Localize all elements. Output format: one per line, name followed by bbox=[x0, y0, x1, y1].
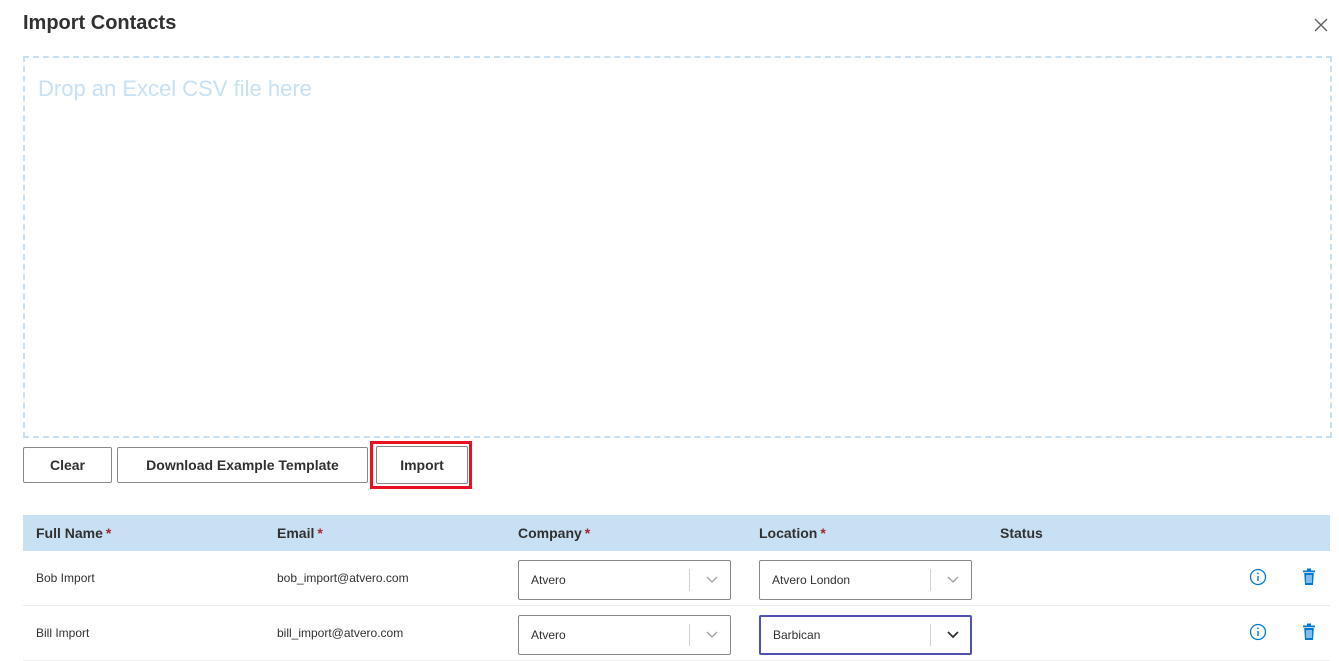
cell-email: bob_import@atvero.com bbox=[277, 571, 409, 585]
column-header-company: Company * bbox=[518, 515, 590, 551]
required-marker: * bbox=[105, 525, 112, 541]
cell-email: bill_import@atvero.com bbox=[277, 626, 404, 640]
cell-full-name: Bob Import bbox=[36, 571, 95, 585]
info-button[interactable] bbox=[1247, 566, 1269, 588]
company-dropdown[interactable]: Atvero bbox=[518, 615, 731, 655]
location-dropdown[interactable]: Atvero London bbox=[759, 560, 972, 600]
dropdown-separator bbox=[930, 569, 931, 591]
column-header-company-label: Company bbox=[518, 525, 582, 541]
required-marker: * bbox=[317, 525, 323, 541]
column-header-location-label: Location bbox=[759, 525, 818, 541]
import-button[interactable]: Import bbox=[376, 446, 468, 484]
file-dropzone[interactable]: Drop an Excel CSV file here bbox=[23, 56, 1332, 438]
dropdown-separator bbox=[689, 569, 690, 591]
column-header-status: Status bbox=[1000, 525, 1043, 541]
dropzone-placeholder: Drop an Excel CSV file here bbox=[38, 76, 312, 101]
download-template-button[interactable]: Download Example Template bbox=[117, 447, 368, 483]
column-header-location: Location * bbox=[759, 515, 826, 551]
contacts-table: Full Name * Email * Company * Location * Sta… bbox=[23, 515, 1330, 661]
dialog-title: Import Contacts bbox=[23, 12, 177, 34]
close-icon bbox=[1314, 18, 1328, 32]
delete-button[interactable] bbox=[1298, 566, 1320, 588]
close-button[interactable] bbox=[1310, 14, 1332, 36]
column-header-full-name: Full Name * bbox=[36, 515, 111, 551]
trash-icon bbox=[1303, 568, 1315, 585]
chevron-down-icon[interactable] bbox=[938, 617, 968, 653]
company-dropdown-value: Atvero bbox=[531, 628, 566, 642]
dropdown-separator bbox=[689, 624, 690, 646]
chevron-down-icon[interactable] bbox=[697, 616, 727, 654]
info-icon bbox=[1249, 568, 1267, 586]
chevron-down-icon[interactable] bbox=[938, 561, 968, 599]
column-header-email-label: Email bbox=[277, 525, 315, 541]
company-dropdown-value: Atvero bbox=[531, 573, 566, 587]
location-dropdown-value: Barbican bbox=[773, 628, 821, 642]
trash-icon bbox=[1303, 623, 1315, 640]
location-dropdown-value: Atvero London bbox=[772, 573, 851, 587]
info-icon bbox=[1249, 623, 1267, 641]
required-marker: * bbox=[584, 525, 591, 541]
required-marker: * bbox=[820, 525, 826, 541]
clear-button[interactable]: Clear bbox=[23, 447, 112, 483]
column-header-full-name-label: Full Name bbox=[36, 525, 103, 541]
company-dropdown[interactable]: Atvero bbox=[518, 560, 731, 600]
dropdown-separator bbox=[930, 624, 931, 646]
column-header-email: Email * bbox=[277, 515, 323, 551]
chevron-down-icon[interactable] bbox=[697, 561, 727, 599]
cell-full-name: Bill Import bbox=[36, 626, 90, 640]
table-row: Bill Import bill_import@atvero.com Atver… bbox=[23, 606, 1330, 661]
delete-button[interactable] bbox=[1298, 621, 1320, 643]
location-dropdown[interactable]: Barbican bbox=[759, 615, 972, 655]
table-row: Bob Import bob_import@atvero.com Atvero … bbox=[23, 551, 1330, 606]
info-button[interactable] bbox=[1247, 621, 1269, 643]
table-header: Full Name * Email * Company * Location * Sta… bbox=[23, 515, 1330, 551]
